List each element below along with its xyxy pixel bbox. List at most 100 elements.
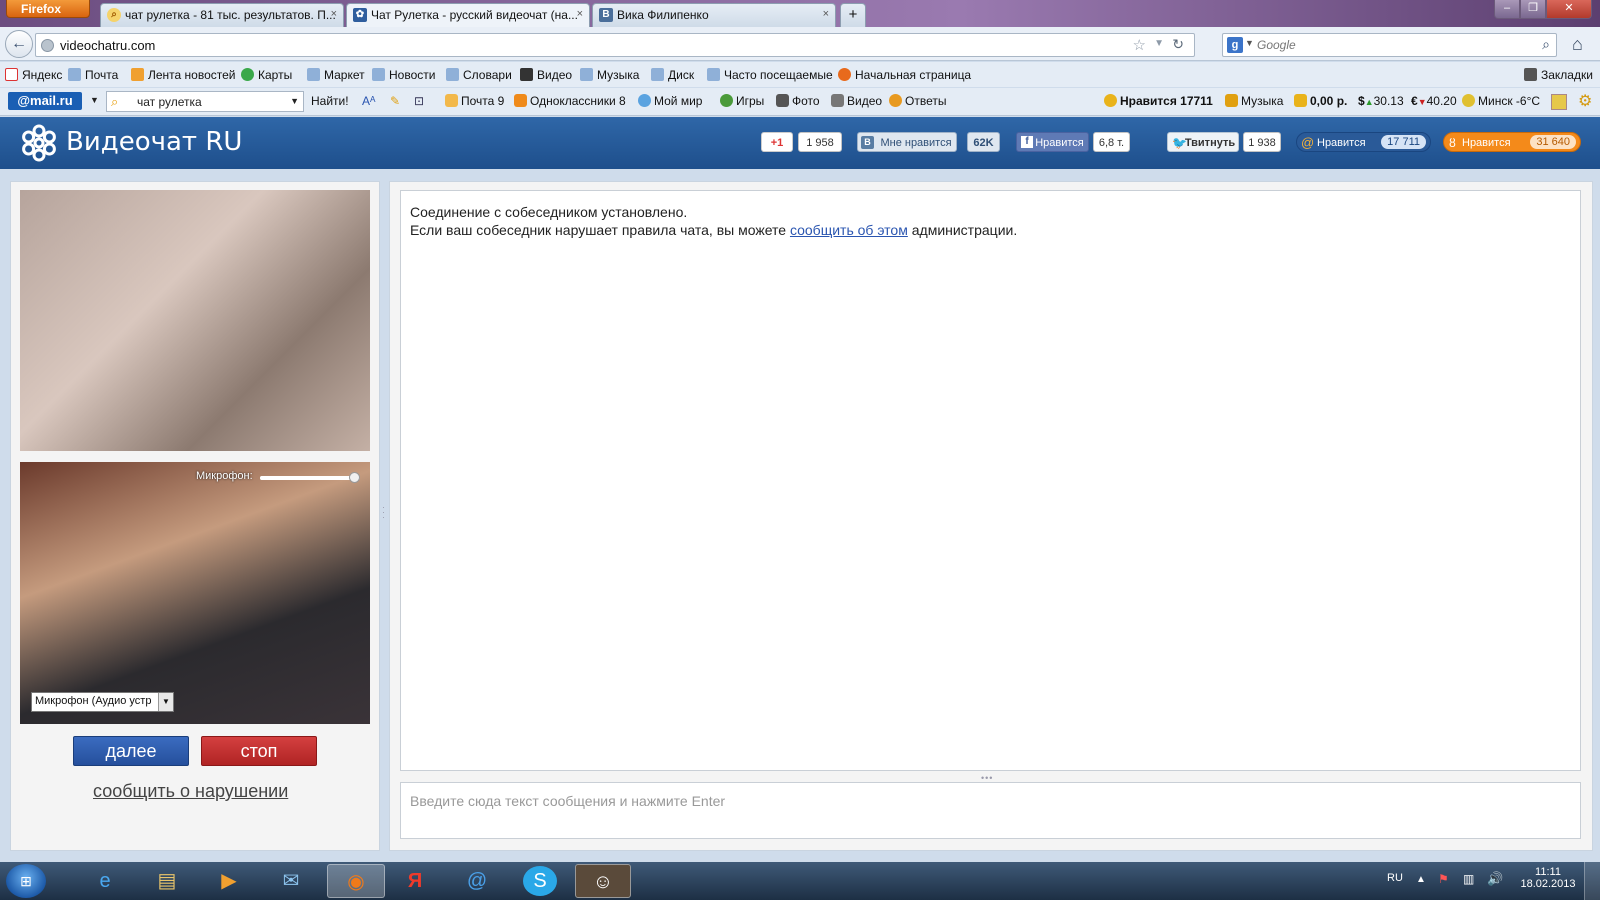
start-button[interactable]: ⊞: [6, 864, 46, 898]
dropdown-icon[interactable]: ▼: [90, 95, 99, 105]
tab-title: Чат Рулетка - русский видеочат (на...: [371, 8, 578, 22]
vk-like-count: 62K: [967, 132, 1000, 152]
tray-expand-icon[interactable]: ▲: [1416, 874, 1426, 885]
wallet-icon: [1294, 94, 1307, 107]
mailru-search-input[interactable]: ⌕ чат рулетка ▼: [106, 91, 304, 112]
mic-label: Микрофон:: [196, 470, 253, 482]
flag-icon[interactable]: ⚑: [1438, 872, 1449, 886]
minimize-button[interactable]: –: [1494, 0, 1520, 19]
firefox-icon[interactable]: ◉: [327, 864, 385, 898]
mic-device-select[interactable]: Микрофон (Аудио устр ▼: [31, 692, 174, 712]
tweet-button[interactable]: 🐦 Твитнуть: [1167, 132, 1239, 152]
photo-link[interactable]: Фото: [776, 94, 820, 108]
tab-videochat[interactable]: ✿ Чат Рулетка - русский видеочат (на... …: [346, 3, 590, 27]
home-icon[interactable]: ⌂: [1572, 34, 1583, 55]
volume-icon[interactable]: 🔊: [1487, 871, 1503, 887]
new-tab-button[interactable]: +: [840, 3, 866, 27]
games-link[interactable]: Игры: [720, 94, 764, 108]
dropdown-icon[interactable]: ▼: [1245, 38, 1254, 48]
bookmark-maps[interactable]: Карты: [241, 68, 292, 82]
folder-icon[interactable]: ▤: [141, 864, 193, 898]
at-icon[interactable]: @: [451, 864, 503, 898]
clock[interactable]: 11:11 18.02.2013: [1518, 866, 1578, 890]
network-icon[interactable]: ▥: [1463, 872, 1474, 886]
odnoklassniki-like-button[interactable]: ȣ Нравится 31 640: [1443, 132, 1581, 152]
mailru-logo[interactable]: @mail.ru: [8, 92, 82, 110]
mailru-like-button[interactable]: @ Нравится 17 711: [1296, 132, 1431, 152]
search-bar[interactable]: g ▼ Google ⌕: [1222, 33, 1557, 57]
star-icon[interactable]: ☆: [1133, 36, 1146, 54]
dropdown-icon[interactable]: ▼: [1154, 38, 1164, 49]
mic-volume-handle[interactable]: [349, 472, 360, 483]
magnifier-icon[interactable]: ⊡: [414, 94, 424, 108]
eur-rate[interactable]: €▼40.20: [1411, 94, 1457, 108]
bookmark-yandex[interactable]: Яндекс: [5, 68, 62, 82]
font-size-icon[interactable]: Aᴬ: [362, 94, 375, 108]
map-icon[interactable]: [1551, 94, 1567, 110]
bookmarks-menu[interactable]: Закладки: [1524, 68, 1593, 82]
close-icon[interactable]: ×: [577, 8, 583, 20]
bookmark-news[interactable]: Новости: [372, 68, 435, 82]
close-icon[interactable]: ×: [823, 8, 829, 20]
bookmark-start-page[interactable]: Начальная страница: [838, 68, 971, 82]
mic-volume-slider[interactable]: [260, 472, 360, 483]
windows-icon: ⊞: [20, 873, 32, 889]
find-button[interactable]: Найти!: [311, 94, 349, 108]
report-violation-link[interactable]: сообщить о нарушении: [93, 781, 288, 802]
reload-icon[interactable]: ↻: [1172, 36, 1184, 53]
bookmark-most-visited[interactable]: Часто посещаемые: [707, 68, 833, 82]
balance[interactable]: 0,00 р.: [1294, 94, 1347, 108]
video-icon: [831, 94, 844, 107]
back-button[interactable]: ←: [5, 30, 33, 58]
tweet-count: 1 938: [1243, 132, 1281, 152]
resize-handle[interactable]: · · ·: [382, 503, 385, 522]
message-input[interactable]: Введите сюда текст сообщения и нажмите E…: [400, 782, 1581, 839]
tab-search[interactable]: ⌕ чат рулетка - 81 тыс. результатов. П..…: [100, 3, 344, 27]
next-button[interactable]: далее: [73, 736, 189, 766]
my-world-link[interactable]: Мой мир: [638, 94, 702, 108]
facebook-like-button[interactable]: f Нравится: [1016, 132, 1089, 152]
language-indicator[interactable]: RU: [1387, 872, 1403, 884]
firefox-icon: [838, 68, 851, 81]
usd-rate[interactable]: $▲30.13: [1358, 94, 1404, 108]
dropdown-icon[interactable]: ▼: [290, 96, 299, 106]
answers-link[interactable]: Ответы: [889, 94, 946, 108]
flower-logo-icon[interactable]: [20, 124, 58, 162]
internet-explorer-icon[interactable]: e: [79, 864, 131, 898]
system-message: Соединение с собеседником установлено.: [410, 204, 688, 220]
bookmark-disk[interactable]: Диск: [651, 68, 694, 82]
bookmark-news-feed[interactable]: Лента новостей: [131, 68, 236, 82]
highlight-icon[interactable]: ✎: [390, 94, 400, 108]
skype-icon[interactable]: S: [523, 866, 557, 896]
likes-counter[interactable]: Нравится 17711: [1104, 94, 1213, 108]
app-thumbnail-icon[interactable]: ☺: [575, 864, 631, 898]
report-inline-link[interactable]: сообщить об этом: [790, 222, 908, 238]
media-player-icon[interactable]: ▶: [203, 864, 255, 898]
odnoklassniki-link[interactable]: Одноклассники 8: [514, 94, 626, 108]
vk-like-button[interactable]: В Мне нравится: [857, 132, 957, 152]
chevron-down-icon[interactable]: ▼: [158, 693, 173, 711]
music-link[interactable]: Музыка: [1225, 94, 1283, 108]
gear-icon[interactable]: ⚙: [1578, 91, 1592, 111]
url-bar[interactable]: videochatru.com ☆ ▼ ↻: [35, 33, 1195, 57]
show-desktop-button[interactable]: [1584, 862, 1600, 900]
bookmark-dictionaries[interactable]: Словари: [446, 68, 512, 82]
bookmark-music[interactable]: Музыка: [580, 68, 639, 82]
close-icon[interactable]: ×: [331, 8, 337, 20]
stop-button[interactable]: стоп: [201, 736, 317, 766]
bookmark-mail[interactable]: Почта: [68, 68, 118, 82]
bookmark-video[interactable]: Видео: [520, 68, 572, 82]
firefox-menu-button[interactable]: Firefox: [6, 0, 90, 18]
close-window-button[interactable]: ✕: [1546, 0, 1592, 19]
mail-icon[interactable]: ✉: [265, 864, 317, 898]
weather[interactable]: Минск -6°C: [1462, 94, 1540, 108]
search-icon[interactable]: ⌕: [1542, 36, 1550, 53]
tab-vk[interactable]: В Вика Филипенко ×: [592, 3, 836, 27]
video-link[interactable]: Видео: [831, 94, 882, 108]
site-logo-text[interactable]: Видеочат RU: [66, 127, 242, 157]
mail-inbox[interactable]: Почта 9: [445, 94, 504, 108]
bookmark-market[interactable]: Маркет: [307, 68, 365, 82]
maximize-button[interactable]: ❐: [1520, 0, 1546, 19]
yandex-icon[interactable]: Я: [389, 864, 441, 898]
gplus-button[interactable]: +1: [761, 132, 793, 152]
